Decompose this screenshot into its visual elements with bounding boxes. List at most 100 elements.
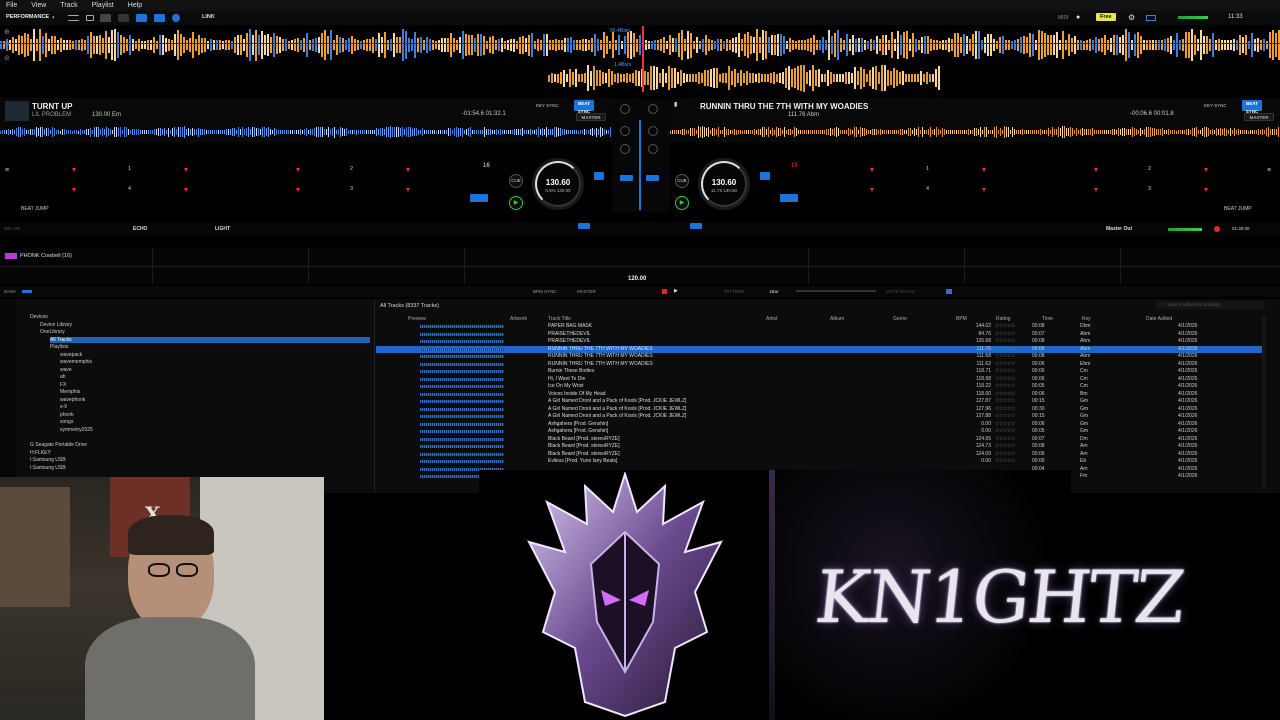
cue-headphone-2[interactable] (646, 175, 659, 181)
deck2-quantize[interactable] (780, 194, 798, 202)
table-row[interactable]: Voices Inside Of My Head 118.00 ☆☆☆☆☆ 00:06… (376, 391, 1262, 399)
column-header[interactable]: Track Title (548, 316, 571, 322)
deck1-jog-wheel[interactable]: 130.60 0.5% 130.00 (532, 158, 584, 210)
record-icon[interactable] (1214, 226, 1220, 232)
channel-fader[interactable] (639, 120, 641, 210)
table-row[interactable]: PRAISETHEDEVIL 84.76 ☆☆☆☆☆ 00:07 Abm 4/1/2026 (376, 331, 1262, 339)
hotcue-4[interactable]: 4 (128, 186, 131, 192)
column-header[interactable]: Date Added (1146, 316, 1172, 322)
deck1-play-button[interactable]: ▶ (509, 196, 523, 210)
zoom-reset-icon[interactable]: ⊘ (4, 54, 10, 62)
sampler-master-label[interactable]: MASTER (577, 289, 596, 294)
column-header[interactable]: Artwork (510, 316, 527, 322)
tree-item[interactable]: ah (60, 374, 66, 380)
trim-knob-1[interactable] (620, 104, 630, 114)
column-header[interactable]: Album (830, 316, 844, 322)
eq-high-knob-2[interactable] (648, 126, 658, 136)
table-row[interactable]: Ashgahera [Prod. Genshin] 0.00 ☆☆☆☆☆ 00:05 G… (376, 428, 1262, 436)
deck2-jog-wheel[interactable]: 130.60 11.76 130.60 (698, 158, 750, 210)
deck2-overview-waveform[interactable] (670, 126, 1280, 138)
trim-knob-2[interactable] (648, 104, 658, 114)
table-row[interactable]: RUNNIN THRU THE 7TH WITH MY WOADIES 111.6… (376, 353, 1262, 361)
table-row[interactable]: Black Beard [Prod. stereoRYZE] 124.65 ☆☆☆☆… (376, 436, 1262, 444)
deck2-cue-button[interactable]: CUE (675, 174, 689, 188)
deck2-key-sync[interactable]: KEY SYNC (1204, 103, 1227, 108)
hotcue-1[interactable]: 1 (926, 166, 929, 172)
browse-icon[interactable] (172, 14, 180, 22)
table-row[interactable]: Eviless [Prod. Yuno Isey Beats] 0.00 ☆☆☆☆☆… (376, 458, 1262, 466)
info-icon[interactable]: ● (1076, 14, 1080, 21)
waveform-zoom-deck2[interactable]: 1.4Bars (548, 62, 940, 92)
tree-item[interactable]: wave (60, 367, 72, 373)
column-header[interactable]: Genre (893, 316, 907, 322)
layout-4deck-icon[interactable] (154, 14, 165, 22)
fx-select-echo[interactable]: ECHO (133, 226, 147, 232)
gear-icon[interactable]: ⚙ (1128, 13, 1135, 22)
menu-icon[interactable]: ≡ (5, 167, 9, 174)
deck2-play-button[interactable]: ▶ (675, 196, 689, 210)
table-row[interactable]: A Girl Named Drool and a Pack of Kools [… (376, 398, 1262, 406)
table-row[interactable]: PAPER BAG MASK 144.02 ☆☆☆☆☆ 00:08 Dbm 4/1/202… (376, 323, 1262, 331)
deck1-master-button[interactable]: MASTER (576, 113, 606, 121)
table-row[interactable]: Ashgahera [Prod. Genshin] 0.00 ☆☆☆☆☆ 00:06 G… (376, 421, 1262, 429)
table-row[interactable]: RUNNIN THRU THE 7TH WITH MY WOADIES 111.6… (376, 361, 1262, 369)
deck1-quantize[interactable] (470, 194, 488, 202)
tree-item[interactable]: songs (60, 419, 73, 425)
lighting-select[interactable]: LIGHT (215, 226, 230, 232)
tree-item[interactable]: wavememphis (60, 359, 92, 365)
hotcue-4[interactable]: 4 (926, 186, 929, 192)
sequence-bars-select[interactable]: 1Bar (769, 289, 779, 294)
layout-2deck-icon[interactable] (136, 14, 147, 22)
deck2-master-button[interactable]: MASTER (1244, 113, 1274, 121)
deck2-beat-jump[interactable]: BEAT JUMP (1224, 206, 1252, 212)
column-header[interactable]: Key (1082, 316, 1091, 322)
deck1-cue-button[interactable]: CUE (509, 174, 523, 188)
table-row[interactable]: RUNNIN THRU THE 7TH WITH MY WOADIES 111.7… (376, 345, 1262, 353)
waveform-zoom-deck1[interactable]: 56.4Bars (0, 26, 1280, 62)
table-row[interactable]: Ice On My Wrist 118.22 ☆☆☆☆☆ 00:05 Cm 4/1/202… (376, 383, 1262, 391)
mode-selector[interactable]: PERFORMANCE (6, 14, 49, 20)
tree-item[interactable]: symmetry2025 (60, 427, 93, 433)
table-row[interactable]: Black Beard [Prod. stereoRYZE] 124.73 ☆☆☆☆… (376, 443, 1262, 451)
hotcue-3[interactable]: 3 (350, 186, 353, 192)
deck1-beat-sync-button[interactable]: BEAT SYNC (574, 100, 594, 114)
link-button[interactable]: LINK (202, 14, 215, 20)
deck1-slip[interactable] (594, 172, 604, 180)
tree-item[interactable]: I:Samsung USB (30, 457, 66, 463)
eq-low-knob-2[interactable] (648, 144, 658, 154)
bank-label[interactable]: BANK (4, 289, 16, 294)
column-header[interactable]: Rating (996, 316, 1010, 322)
column-header[interactable]: Time (1042, 316, 1053, 322)
column-header[interactable]: BPM (956, 316, 967, 322)
tree-item[interactable]: FX (60, 382, 66, 388)
tree-item[interactable]: G Seagate Portable Drive (30, 442, 87, 448)
cue-headphone-1[interactable] (620, 175, 633, 181)
zoom-out-icon[interactable]: ⊖ (4, 40, 10, 48)
tree-item[interactable]: All Tracks (50, 336, 370, 343)
plan-badge[interactable]: Free (1096, 13, 1116, 21)
eq-low-knob-1[interactable] (620, 144, 630, 154)
table-row[interactable]: A Girl Named Drool and a Pack of Kools [… (376, 413, 1262, 421)
fx-assign-1[interactable] (578, 223, 590, 229)
master-out-select[interactable]: Master Out (1106, 226, 1132, 232)
column-header[interactable]: Preview (408, 316, 426, 322)
tree-item[interactable]: Devices (30, 314, 48, 320)
menu-playlist[interactable]: Playlist (92, 2, 114, 9)
window-icon[interactable] (86, 15, 94, 21)
eq-high-knob-1[interactable] (620, 126, 630, 136)
mute-erase-label[interactable]: MUTE ERASE (886, 289, 915, 294)
table-row[interactable]: Burnin These Bodies 118.71 ☆☆☆☆☆ 00:06 Cm 4/1… (376, 368, 1262, 376)
deck1-loop-length[interactable]: 16 (483, 163, 490, 169)
sequence-play-icon[interactable]: ▶ (674, 288, 678, 294)
layout-icon[interactable] (118, 14, 129, 22)
menu-help[interactable]: Help (128, 2, 142, 9)
deck2-beat-sync-button[interactable]: BEAT SYNC (1242, 100, 1262, 114)
fx-assign-2[interactable] (690, 223, 702, 229)
menu-file[interactable]: File (6, 2, 17, 9)
sequence-record-icon[interactable] (662, 289, 667, 294)
deck1-beat-jump[interactable]: BEAT JUMP (21, 206, 49, 212)
scrollbar[interactable] (1262, 316, 1266, 490)
tree-item[interactable]: Memphis (60, 389, 80, 395)
tree-item[interactable]: Playlists (50, 344, 68, 350)
table-row[interactable]: PRAISETHEDEVIL 126.68 ☆☆☆☆☆ 00:08 Abm 4/1/202… (376, 338, 1262, 346)
